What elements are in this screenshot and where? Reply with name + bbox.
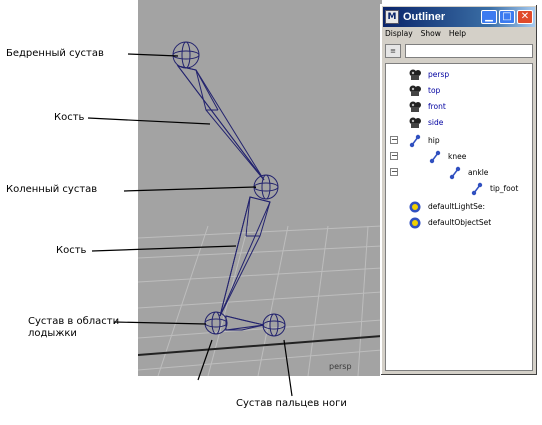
- label-bone-upper: Кость: [54, 112, 85, 123]
- leader-hip: [127, 53, 179, 57]
- leader-bone-lower: [91, 245, 237, 252]
- camera-icon: [408, 115, 422, 129]
- outliner-list[interactable]: persp top front side − hip − knee − ankle tip_foot…: [385, 63, 533, 371]
- outliner-item-label: defaultLightSe:: [428, 201, 486, 211]
- leader-ankle: [113, 321, 207, 325]
- close-icon: ✕: [520, 11, 530, 22]
- set-icon: [408, 199, 422, 213]
- label-ankle-joint-line1: Сустав в области: [28, 316, 120, 327]
- outliner-item[interactable]: tip_foot: [470, 180, 518, 196]
- collapse-toggle-icon[interactable]: −: [390, 136, 398, 144]
- maximize-button[interactable]: □: [499, 10, 515, 24]
- outliner-item-label: side: [428, 117, 444, 127]
- joint-icon: [428, 149, 442, 164]
- outliner-item[interactable]: defaultObjectSet: [408, 214, 491, 230]
- label-bone-lower: Кость: [56, 245, 87, 256]
- leader-knee: [123, 186, 257, 192]
- label-ankle-joint-line2: лодыжки: [28, 328, 77, 339]
- minimize-button[interactable]: ▁: [481, 10, 497, 24]
- joint-icon: [470, 181, 484, 196]
- outliner-item-label: knee: [448, 151, 467, 161]
- close-button[interactable]: ✕: [517, 10, 533, 24]
- camera-icon: [408, 99, 422, 113]
- outliner-item[interactable]: defaultLightSe:: [408, 198, 485, 214]
- filter-input[interactable]: [405, 44, 533, 58]
- collapse-toggle-icon[interactable]: −: [390, 152, 398, 160]
- joint-icon: [408, 133, 422, 148]
- maximize-icon: □: [502, 11, 512, 22]
- window-title: Outliner: [403, 11, 446, 23]
- joint-icon: [448, 165, 462, 180]
- outliner-window[interactable]: M Outliner ▁ □ ✕ Display Show Help ≡ per…: [380, 4, 538, 376]
- filter-menu-button[interactable]: ≡: [385, 44, 401, 58]
- outliner-item[interactable]: − knee: [390, 148, 467, 164]
- outliner-item[interactable]: top: [408, 82, 440, 98]
- outliner-title-bar[interactable]: M Outliner ▁ □ ✕: [383, 7, 535, 27]
- outliner-item-label: hip: [428, 135, 440, 145]
- collapse-toggle-icon[interactable]: −: [390, 168, 398, 176]
- outliner-item[interactable]: side: [408, 114, 443, 130]
- maya-app-icon: M: [385, 10, 399, 24]
- menu-help[interactable]: Help: [449, 29, 466, 41]
- menu-display[interactable]: Display: [385, 29, 413, 41]
- leader-toe: [283, 339, 293, 397]
- outliner-menu-bar: Display Show Help: [385, 29, 466, 41]
- menu-show[interactable]: Show: [421, 29, 441, 41]
- minimize-icon: ▁: [485, 11, 493, 22]
- outliner-item[interactable]: persp: [408, 66, 449, 82]
- leader-ankle-down: [197, 339, 213, 381]
- outliner-item-label: top: [428, 85, 441, 95]
- outliner-item-label: tip_foot: [490, 183, 519, 193]
- camera-icon: [408, 83, 422, 97]
- outliner-filter-row: ≡: [385, 43, 533, 59]
- outliner-item[interactable]: front: [408, 98, 446, 114]
- outliner-item-label: front: [428, 101, 446, 111]
- label-hip-joint: Бедренный сустав: [6, 48, 104, 59]
- set-icon: [408, 215, 422, 229]
- leader-bone-upper: [87, 117, 211, 125]
- outliner-item-label: ankle: [468, 167, 489, 177]
- camera-icon: [408, 67, 422, 81]
- label-knee-joint: Коленный сустав: [6, 184, 98, 195]
- outliner-item-label: persp: [428, 69, 450, 79]
- label-toe-joint: Сустав пальцев ноги: [236, 398, 347, 409]
- outliner-item[interactable]: − hip: [390, 132, 440, 148]
- outliner-item[interactable]: − ankle: [390, 164, 489, 180]
- outliner-item-label: defaultObjectSet: [428, 217, 492, 227]
